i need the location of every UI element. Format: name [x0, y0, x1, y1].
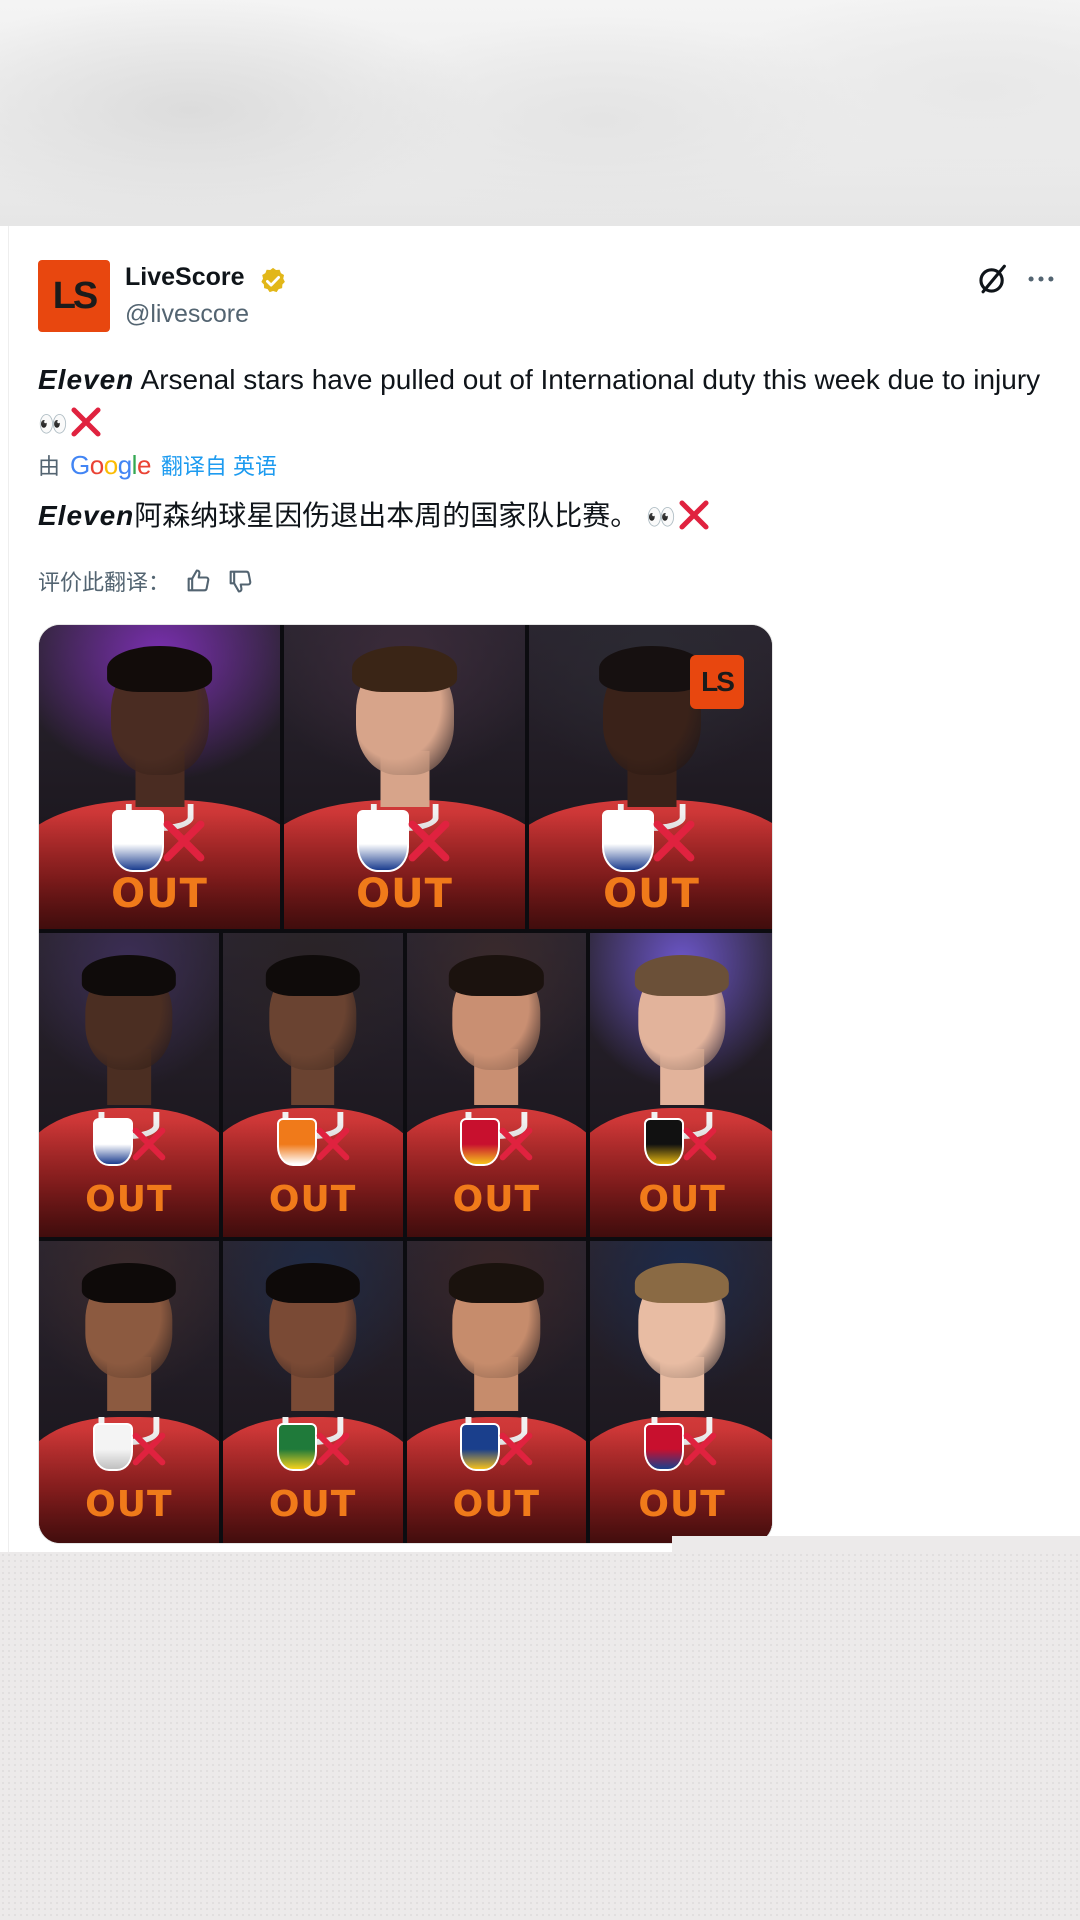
- player-row: OUT OUT OUT OUT: [39, 933, 772, 1241]
- page-background-notch: [672, 1536, 1080, 1552]
- translation-attribution: 由 Google 翻译自 英语: [38, 449, 277, 481]
- player-hair: [265, 955, 360, 996]
- post-image[interactable]: OUT OUT OUT OUT OUT OUT OUT OUT OUT OUT OUT LS: [38, 624, 773, 1544]
- player-hair: [265, 1262, 360, 1304]
- england-crest-icon: [602, 809, 655, 873]
- player-hair: [106, 646, 213, 692]
- page-background: [0, 1552, 1080, 1920]
- player-hair: [449, 1262, 544, 1304]
- eyes-emoji: 👀: [38, 411, 68, 439]
- player-tile: OUT: [590, 1241, 772, 1543]
- player-hair: [598, 646, 705, 692]
- out-label: OUT: [268, 1484, 357, 1526]
- player-tile: OUT: [222, 1241, 407, 1543]
- cross-mark-icon: [653, 820, 695, 862]
- translation-prefix: 由: [38, 454, 61, 479]
- player-tile: OUT: [222, 933, 407, 1237]
- player-row: OUT OUT OUT: [39, 625, 772, 933]
- out-label: OUT: [452, 1179, 541, 1221]
- player-hair: [634, 955, 730, 996]
- england-crest-icon: [357, 809, 410, 873]
- cross-mark-icon: [163, 820, 205, 862]
- author-handle[interactable]: @livescore: [125, 300, 249, 329]
- out-label: OUT: [356, 871, 453, 918]
- post-text-emphasis: Eleven: [38, 364, 135, 395]
- author-avatar[interactable]: LS: [38, 260, 110, 332]
- out-label: OUT: [85, 1179, 173, 1221]
- cross-mark-icon: [316, 1127, 349, 1161]
- norway-crest-icon: [644, 1423, 685, 1472]
- cross-mark-icon: [132, 1127, 166, 1161]
- france-rooster-icon: [92, 1423, 133, 1472]
- rate-translation-label: 评价此翻译：: [38, 570, 171, 595]
- grok-icon[interactable]: [976, 262, 1010, 296]
- player-tile: OUT: [406, 933, 591, 1237]
- author-display-name[interactable]: LiveScore: [125, 263, 245, 292]
- background-blur-header: [0, 0, 1080, 226]
- cross-mark-icon: [500, 1127, 533, 1161]
- netherlands-crest-icon: [276, 1117, 317, 1166]
- translated-from-link[interactable]: 翻译自 英语: [161, 449, 277, 481]
- cross-mark-icon: [679, 500, 709, 530]
- cross-mark-icon: [408, 820, 450, 862]
- player-tile: OUT: [39, 933, 223, 1237]
- cross-mark-icon: [683, 1433, 717, 1466]
- cross-mark-icon: [132, 1433, 166, 1466]
- cross-mark-icon: [316, 1433, 349, 1466]
- out-label: OUT: [268, 1179, 357, 1221]
- verified-badge-icon: [261, 267, 285, 293]
- player-hair: [634, 1262, 730, 1304]
- livescore-logo: LS: [690, 655, 744, 709]
- google-logo: Google: [70, 449, 151, 480]
- player-tile: OUT: [39, 625, 284, 929]
- post-text: Eleven Arsenal stars have pulled out of …: [38, 358, 1058, 446]
- eyes-emoji: 👀: [646, 504, 676, 532]
- more-options-icon[interactable]: [1024, 262, 1058, 296]
- avatar-logo-text: LS: [52, 274, 99, 317]
- player-hair: [449, 955, 544, 996]
- cross-mark-icon: [500, 1433, 533, 1466]
- player-tile: OUT: [590, 933, 772, 1237]
- england-crest-icon: [92, 1117, 133, 1166]
- cross-mark-icon: [71, 407, 101, 437]
- translated-post-text: Eleven阿森纳球星因伤退出本周的国家队比赛。 👀: [38, 494, 1058, 539]
- player-tile: OUT: [39, 1241, 223, 1543]
- translated-text-emphasis: Eleven: [38, 500, 135, 531]
- england-crest-icon: [112, 809, 165, 873]
- belgium-crest-icon: [644, 1117, 685, 1166]
- rate-translation: 评价此翻译：: [38, 565, 254, 597]
- out-label: OUT: [638, 1484, 726, 1526]
- brazil-crest-icon: [276, 1423, 317, 1472]
- out-label: OUT: [452, 1484, 541, 1526]
- out-label: OUT: [603, 871, 700, 918]
- player-row: OUT OUT OUT OUT: [39, 1241, 772, 1543]
- post-divider: [8, 226, 9, 1552]
- spain-crest-icon: [460, 1117, 501, 1166]
- player-tile: OUT: [406, 1241, 591, 1543]
- out-label: OUT: [111, 871, 208, 918]
- post-text-body: Arsenal stars have pulled out of Interna…: [134, 364, 1041, 395]
- out-label: OUT: [638, 1179, 726, 1221]
- player-hair: [81, 1262, 177, 1304]
- out-label: OUT: [85, 1484, 173, 1526]
- translated-text-body: 阿森纳球星因伤退出本周的国家队比赛。: [134, 500, 639, 531]
- player-tile: OUT: [284, 625, 529, 929]
- player-hair: [81, 955, 177, 996]
- ecuador-crest-icon: [460, 1423, 501, 1472]
- player-hair: [351, 646, 458, 692]
- cross-mark-icon: [683, 1127, 717, 1161]
- thumbs-down-icon[interactable]: [226, 567, 254, 595]
- thumbs-up-icon[interactable]: [184, 567, 212, 595]
